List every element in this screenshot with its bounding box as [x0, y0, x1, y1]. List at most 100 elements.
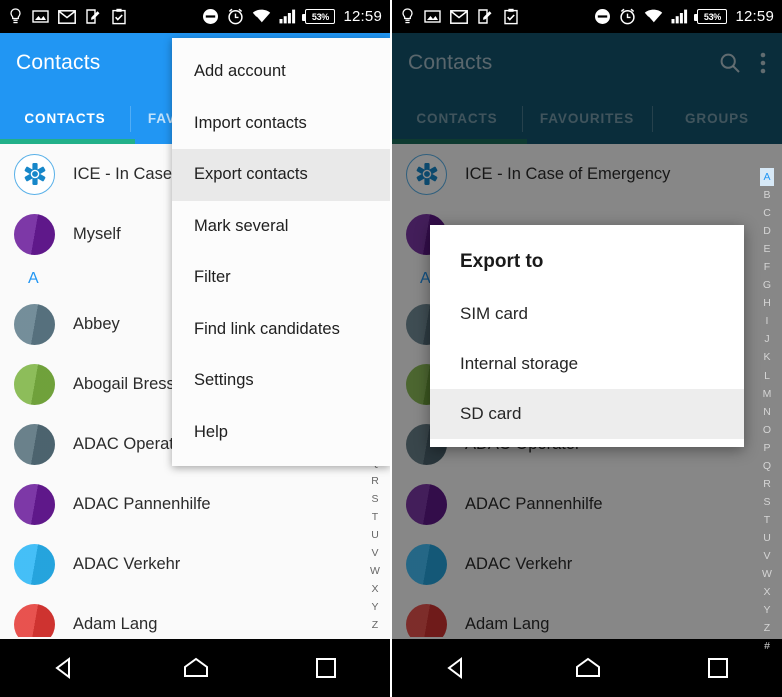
note-edit-icon: [478, 9, 492, 24]
alphabet-index-letter[interactable]: F: [764, 258, 770, 276]
alphabet-index-letter[interactable]: B: [763, 186, 770, 204]
page-title: Contacts: [16, 51, 101, 74]
signal-icon: [279, 9, 296, 24]
menu-item-help[interactable]: Help: [172, 407, 390, 459]
avatar: [14, 483, 55, 525]
signal-icon: [671, 9, 688, 24]
list-item[interactable]: ADAC Pannenhilfe: [0, 474, 390, 534]
home-icon[interactable]: [574, 655, 602, 681]
alphabet-index-letter[interactable]: I: [766, 312, 769, 330]
alphabet-index-letter[interactable]: M: [763, 385, 772, 403]
alphabet-index-letter[interactable]: R: [371, 472, 379, 490]
alphabet-index-left[interactable]: Q R S T U V W X Y Z #: [364, 454, 386, 637]
alphabet-index-letter[interactable]: X: [371, 580, 378, 598]
alphabet-index-letter[interactable]: X: [763, 583, 770, 601]
menu-item-export-contacts[interactable]: Export contacts: [172, 149, 390, 201]
status-bar-left: 53% 12:59: [0, 0, 390, 33]
alphabet-index-letter[interactable]: Y: [371, 598, 378, 616]
alphabet-index-letter[interactable]: N: [763, 403, 771, 421]
export-to-dialog: Export to SIM card Internal storage SD c…: [430, 225, 744, 447]
alphabet-index-letter[interactable]: #: [764, 637, 770, 655]
dialog-option-internal-storage[interactable]: Internal storage: [430, 339, 744, 389]
menu-item-find-link-candidates[interactable]: Find link candidates: [172, 304, 390, 356]
menu-item-mark-several[interactable]: Mark several: [172, 201, 390, 253]
status-bar-clock: 12:59: [343, 8, 382, 25]
contact-name: ADAC Pannenhilfe: [73, 494, 211, 513]
clipboard-check-icon: [112, 8, 126, 25]
alphabet-index-letter[interactable]: L: [764, 367, 770, 385]
alphabet-index-letter[interactable]: Q: [763, 457, 771, 475]
contact-name: Adam Lang: [73, 614, 158, 633]
avatar: [14, 543, 55, 585]
dialog-option-sd-card[interactable]: SD card: [430, 389, 744, 439]
alphabet-index-letter[interactable]: Z: [372, 616, 378, 634]
alphabet-index-letter[interactable]: E: [763, 240, 770, 258]
alphabet-index-letter[interactable]: #: [372, 634, 378, 637]
alphabet-index-letter[interactable]: S: [371, 490, 378, 508]
menu-item-filter[interactable]: Filter: [172, 252, 390, 304]
alarm-icon: [620, 8, 636, 25]
alphabet-index-letter[interactable]: W: [370, 562, 380, 580]
alphabet-index-letter[interactable]: U: [371, 526, 379, 544]
alphabet-index-letter[interactable]: S: [763, 493, 770, 511]
alphabet-index-letter[interactable]: T: [764, 511, 770, 529]
lightbulb-icon: [10, 8, 21, 24]
menu-item-import-contacts[interactable]: Import contacts: [172, 98, 390, 150]
avatar: [14, 363, 55, 405]
do-not-disturb-icon: [203, 9, 219, 24]
alphabet-index-right[interactable]: A B C D E F G H I J K L M N O P Q R S T …: [756, 168, 778, 655]
menu-item-add-account[interactable]: Add account: [172, 46, 390, 98]
lightbulb-icon: [402, 8, 413, 24]
battery-percent-label: 53%: [703, 11, 722, 22]
status-bar-clock: 12:59: [735, 8, 774, 25]
battery-icon: 53%: [694, 9, 728, 24]
home-icon[interactable]: [182, 655, 210, 681]
avatar: [14, 423, 55, 465]
do-not-disturb-icon: [595, 9, 611, 24]
alphabet-index-letter[interactable]: T: [372, 508, 378, 526]
alphabet-index-letter[interactable]: Y: [763, 601, 770, 619]
status-bar-right: 53% 12:59: [392, 0, 782, 33]
battery-percent-label: 53%: [311, 11, 330, 22]
alphabet-index-letter[interactable]: W: [762, 565, 772, 583]
dialog-option-sim-card[interactable]: SIM card: [430, 289, 744, 339]
list-item[interactable]: Adam Lang: [0, 594, 390, 637]
alphabet-index-letter[interactable]: J: [764, 330, 769, 348]
alphabet-index-letter[interactable]: R: [763, 475, 771, 493]
list-item[interactable]: ADAC Verkehr: [0, 534, 390, 594]
overflow-menu[interactable]: Add account Import contacts Export conta…: [172, 38, 390, 466]
status-bar-system-icons: 53% 12:59: [594, 8, 774, 25]
avatar: [14, 213, 55, 255]
alphabet-index-letter[interactable]: G: [763, 276, 771, 294]
back-triangle-icon[interactable]: [444, 655, 470, 681]
mail-icon: [450, 9, 468, 24]
alphabet-index-letter[interactable]: U: [763, 529, 771, 547]
alphabet-index-letter[interactable]: V: [763, 547, 770, 565]
alphabet-index-letter[interactable]: C: [763, 204, 771, 222]
wifi-icon: [645, 9, 663, 23]
image-icon: [32, 10, 49, 23]
alphabet-index-letter[interactable]: Z: [764, 619, 770, 637]
alphabet-index-letter[interactable]: D: [763, 222, 771, 240]
battery-icon: 53%: [302, 9, 336, 24]
alphabet-index-letter[interactable]: K: [763, 348, 770, 366]
menu-item-settings[interactable]: Settings: [172, 355, 390, 407]
ice-medical-icon: [14, 153, 55, 195]
recents-square-icon[interactable]: [706, 656, 730, 680]
recents-square-icon[interactable]: [314, 656, 338, 680]
alphabet-index-letter[interactable]: P: [763, 439, 770, 457]
alphabet-index-letter[interactable]: V: [371, 544, 378, 562]
tab-contacts[interactable]: CONTACTS: [0, 111, 130, 126]
screenshot-stage: 53% 12:59 Contacts CONTACTS F A V O U R I T E S G…: [0, 0, 782, 697]
alphabet-index-letter[interactable]: H: [763, 294, 771, 312]
status-bar-notification-icons: [400, 8, 519, 25]
dialog-bottom-padding: [430, 439, 744, 447]
section-header-label: A: [28, 270, 39, 287]
mail-icon: [58, 9, 76, 24]
alphabet-index-letter-current[interactable]: A: [760, 168, 774, 187]
alphabet-index-letter[interactable]: O: [763, 421, 771, 439]
phone-screen-right: 53% 12:59 Contacts CONTACTS FAVOURITES G…: [392, 0, 782, 697]
system-nav-bar-left: [0, 639, 390, 697]
status-bar-notification-icons: [8, 8, 127, 25]
back-triangle-icon[interactable]: [52, 655, 78, 681]
